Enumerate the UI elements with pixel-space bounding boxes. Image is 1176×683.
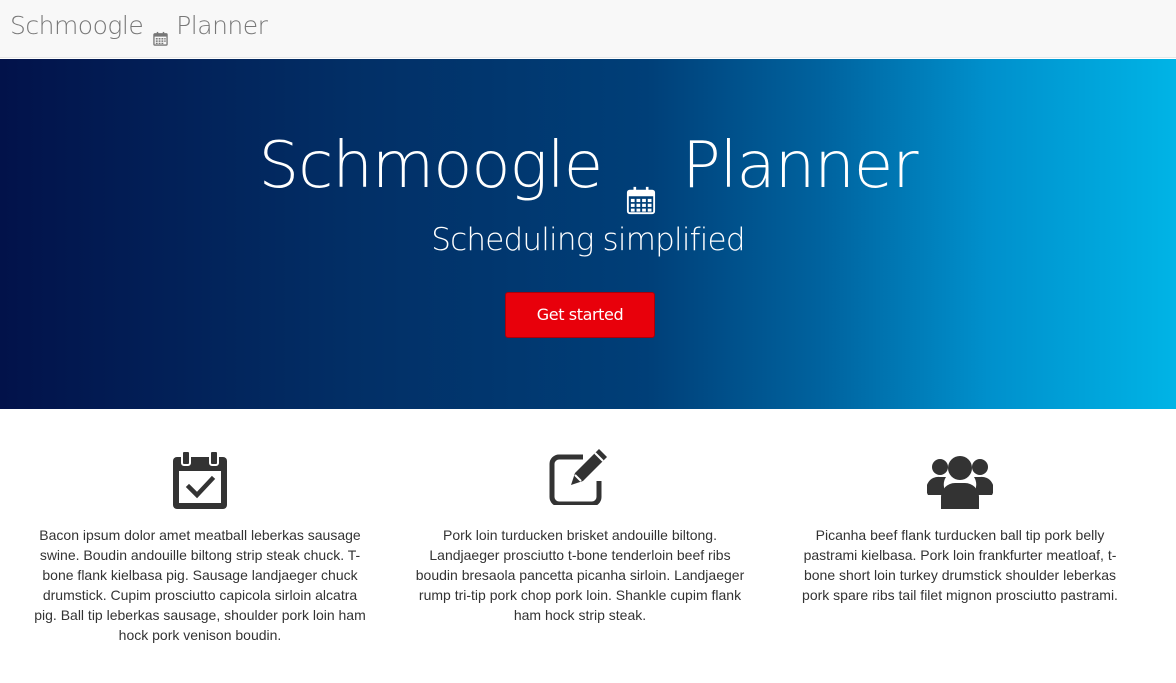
feature-text: Picanha beef flank turducken ball tip po… (802, 527, 1118, 603)
hero-subtitle: Scheduling simplified (431, 222, 745, 258)
feature-card: Picanha beef flank turducken ball tip po… (790, 449, 1130, 605)
navbar: Schmoogle Planner (0, 0, 1176, 58)
feature-card: Bacon ipsum dolor amet meatball leberkas… (30, 449, 370, 645)
calendar-icon (626, 157, 656, 215)
edit-icon (410, 449, 750, 513)
brand-name-right: Planner (176, 11, 268, 40)
hero-banner: Schmoogle Planner Scheduling simplified … (0, 59, 1176, 409)
brand-link[interactable]: Schmoogle Planner (10, 9, 268, 46)
feature-card: Pork loin turducken brisket andouille bi… (410, 449, 750, 625)
hero-title-right: Planner (682, 129, 918, 203)
get-started-button[interactable]: Get started (505, 292, 655, 338)
calendar-icon (153, 21, 168, 46)
brand-name-left: Schmoogle (10, 11, 144, 40)
users-icon (790, 449, 1130, 513)
feature-text: Bacon ipsum dolor amet meatball leberkas… (34, 527, 366, 643)
hero-title: Schmoogle Planner (0, 121, 1176, 215)
hero-title-left: Schmoogle (258, 129, 604, 203)
features-section: Bacon ipsum dolor amet meatball leberkas… (0, 409, 1176, 683)
calendar-check-icon (30, 449, 370, 513)
feature-text: Pork loin turducken brisket andouille bi… (415, 527, 745, 623)
